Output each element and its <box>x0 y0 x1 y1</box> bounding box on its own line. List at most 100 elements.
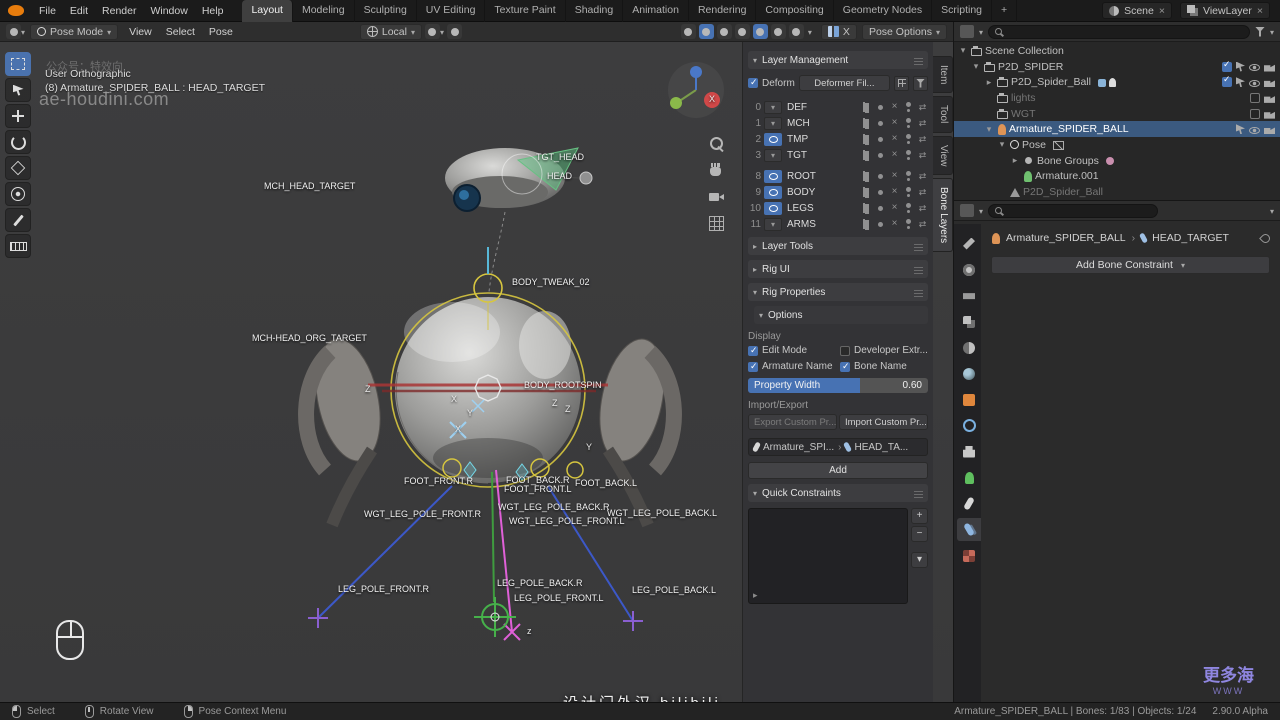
unlink-viewlayer-icon[interactable] <box>1257 5 1263 17</box>
layer-visibility-toggle[interactable] <box>764 100 782 114</box>
clear-icon[interactable] <box>889 186 900 198</box>
drag-dots-icon[interactable] <box>914 488 923 498</box>
swap-icon[interactable] <box>917 149 928 161</box>
clear-icon[interactable] <box>889 170 900 182</box>
n-panel-tab[interactable]: Tool <box>933 96 953 133</box>
properties-tab[interactable] <box>957 518 981 541</box>
properties-editor-icon[interactable] <box>960 204 974 217</box>
n-panel-tab[interactable]: View <box>933 135 953 176</box>
outliner-row[interactable]: ▸ Bone Groups <box>954 153 1280 169</box>
solo-icon[interactable] <box>903 170 914 182</box>
ortho-grid-icon[interactable] <box>708 216 724 231</box>
expand-toggle-icon[interactable]: ▾ <box>997 139 1007 150</box>
solo-icon[interactable] <box>903 186 914 198</box>
workspace-tab[interactable]: + <box>992 0 1018 22</box>
properties-tab[interactable] <box>957 466 981 489</box>
gizmo-toggle-icon[interactable] <box>680 24 696 39</box>
editor-chevron-icon[interactable] <box>979 205 983 217</box>
clear-icon[interactable] <box>889 149 900 161</box>
mirror-x-toggle[interactable]: X <box>820 23 857 40</box>
item-label[interactable]: Armature.001 <box>1035 170 1099 182</box>
eye-icon[interactable] <box>1249 64 1260 72</box>
outliner-row[interactable]: ▾ Pose <box>954 137 1280 153</box>
panel-header-quick-constraints[interactable]: Quick Constraints <box>748 484 928 502</box>
layer-visibility-toggle[interactable] <box>764 169 782 183</box>
outliner-row[interactable]: ▾ Armature_SPIDER_BALL <box>954 121 1280 138</box>
solo-icon[interactable] <box>903 133 914 145</box>
display-checkbox[interactable]: Developer Extr... <box>840 345 928 356</box>
shading-wireframe-icon[interactable] <box>734 24 750 39</box>
menu-item[interactable]: Edit <box>63 5 95 17</box>
property-width-slider[interactable]: Property Width 0.60 <box>748 378 928 393</box>
unlink-scene-icon[interactable] <box>1159 5 1165 17</box>
solo-icon[interactable] <box>903 149 914 161</box>
check-off-icon[interactable] <box>1250 108 1260 119</box>
tool-button[interactable] <box>5 130 31 154</box>
deformer-filter-button[interactable]: Deformer Fil... <box>798 75 890 91</box>
item-label[interactable]: lights <box>1011 92 1036 104</box>
tool-button[interactable] <box>5 234 31 258</box>
add-bone-constraint-button[interactable]: Add Bone Constraint <box>991 256 1270 274</box>
dot-icon[interactable] <box>875 218 886 230</box>
cursor-icon[interactable] <box>1236 77 1245 88</box>
deform-checkbox[interactable]: Deform <box>748 77 795 89</box>
dot-icon[interactable] <box>875 133 886 145</box>
breadcrumb-bone[interactable]: HEAD_TARGET <box>1152 232 1229 244</box>
shading-rendered-icon[interactable] <box>788 24 804 39</box>
properties-tab[interactable] <box>957 258 981 281</box>
panel-header-layer-tools[interactable]: Layer Tools <box>748 237 928 255</box>
layer-visibility-toggle[interactable] <box>764 116 782 130</box>
tool-button[interactable] <box>5 156 31 180</box>
swap-icon[interactable] <box>917 186 928 198</box>
properties-tab[interactable] <box>957 414 981 437</box>
expand-toggle-icon[interactable]: ▾ <box>984 124 994 135</box>
swap-icon[interactable] <box>917 101 928 113</box>
dot-icon[interactable] <box>875 117 886 129</box>
flag-icon[interactable] <box>861 170 872 182</box>
flag-icon[interactable] <box>861 202 872 214</box>
item-label[interactable]: P2D_SPIDER <box>998 61 1063 73</box>
flag-icon[interactable] <box>861 218 872 230</box>
target-armature[interactable]: Armature_SPI... <box>763 442 834 453</box>
viewport-menu-item[interactable]: Select <box>159 26 202 38</box>
panel-header-layer-management[interactable]: Layer Management <box>748 51 928 69</box>
shading-chevron-icon[interactable] <box>808 26 812 38</box>
tool-button[interactable] <box>5 182 31 206</box>
overlays-toggle-icon[interactable] <box>698 24 714 39</box>
check-off-icon[interactable] <box>1250 92 1260 103</box>
workspace-tab[interactable]: Geometry Nodes <box>834 0 933 22</box>
filter-icon[interactable] <box>1254 26 1265 37</box>
blender-logo-icon[interactable] <box>8 5 24 16</box>
workspace-tab[interactable]: Texture Paint <box>485 0 566 22</box>
cursor-icon[interactable] <box>1236 124 1245 135</box>
check-on-icon[interactable] <box>1222 59 1232 72</box>
expand-toggle-icon[interactable]: ▸ <box>984 77 994 88</box>
export-custom-properties-button[interactable]: Export Custom Pr... <box>748 414 837 430</box>
item-label[interactable]: WGT <box>1011 108 1036 120</box>
expand-toggle-icon[interactable]: ▾ <box>971 61 981 72</box>
list-menu-button[interactable] <box>911 552 928 568</box>
display-checkbox[interactable]: Armature Name <box>748 361 836 372</box>
shading-material-icon[interactable] <box>770 24 786 39</box>
menu-item[interactable]: Render <box>95 5 143 17</box>
solo-icon[interactable] <box>903 117 914 129</box>
display-checkbox[interactable]: Bone Name <box>840 361 928 372</box>
outliner-search-input[interactable] <box>988 24 1250 39</box>
dot-icon[interactable] <box>875 149 886 161</box>
properties-tab[interactable] <box>957 362 981 385</box>
layer-name[interactable]: TGT <box>785 150 858 161</box>
properties-search-input[interactable] <box>988 203 1159 218</box>
camera-icon[interactable] <box>1264 127 1275 135</box>
layer-visibility-toggle[interactable] <box>764 132 782 146</box>
layer-name[interactable]: BODY <box>785 187 858 198</box>
pin-icon[interactable] <box>1259 231 1272 245</box>
pose-options-dropdown[interactable]: Pose Options <box>861 23 947 40</box>
dot-icon[interactable] <box>875 186 886 198</box>
workspace-tab[interactable]: Modeling <box>293 0 355 22</box>
snap-chevron-icon[interactable] <box>440 26 444 38</box>
clear-icon[interactable] <box>889 218 900 230</box>
solo-icon[interactable] <box>903 101 914 113</box>
outliner-row[interactable]: ▾ Scene Collection <box>954 43 1280 59</box>
properties-tab[interactable] <box>957 232 981 255</box>
tool-button[interactable] <box>5 104 31 128</box>
